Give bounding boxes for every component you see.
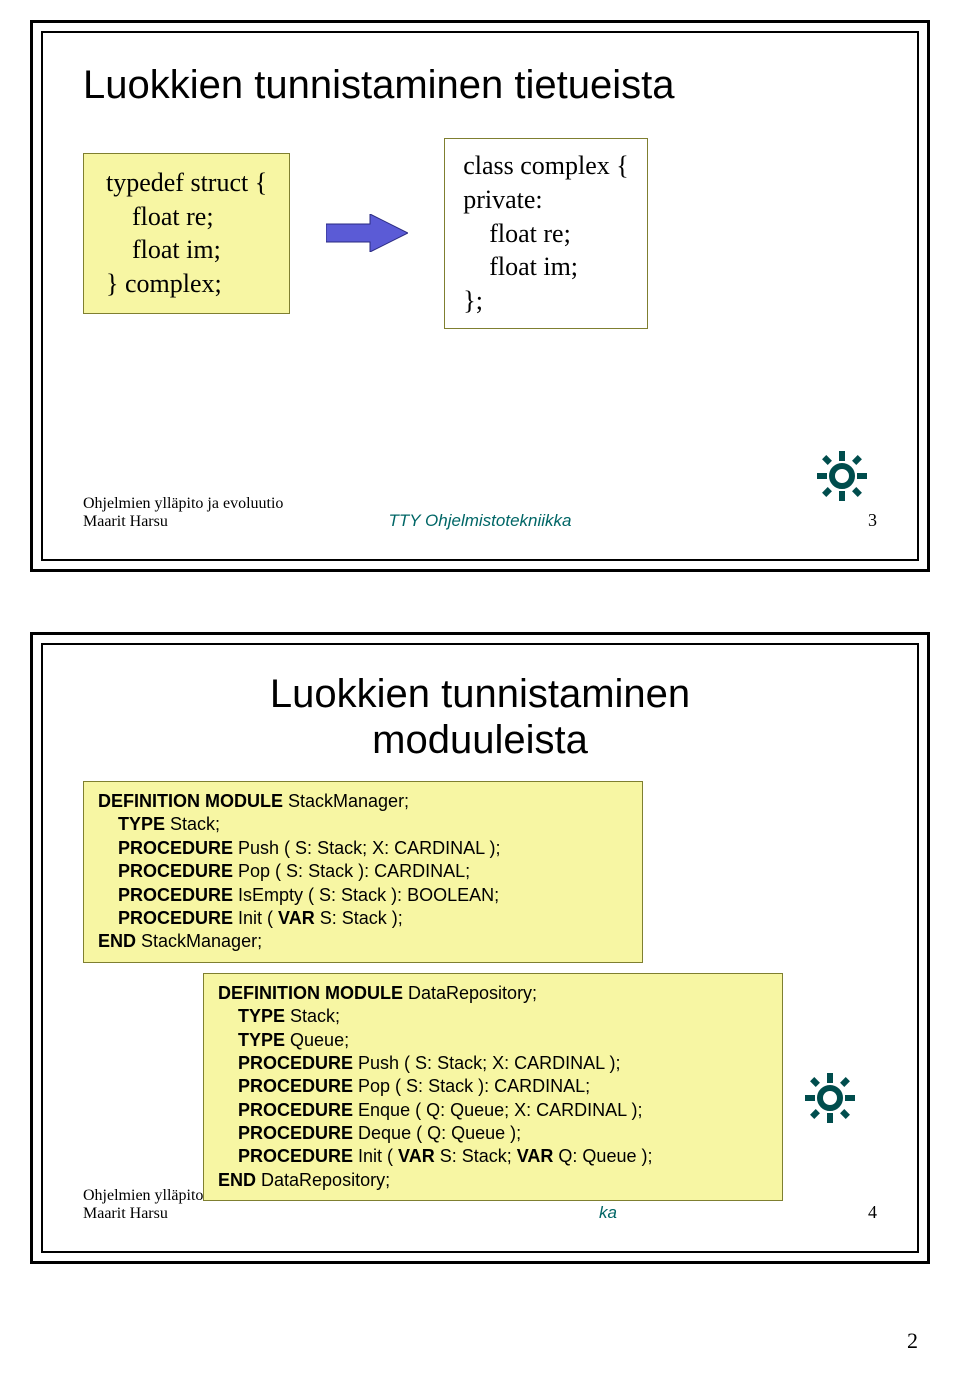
txt: Push ( S: Stack; X: CARDINAL ); — [233, 838, 500, 858]
txt: S: Stack ); — [315, 908, 403, 928]
txt: DataRepository; — [403, 983, 537, 1003]
kw: PROCEDURE — [98, 908, 233, 928]
kw: PROCEDURE — [98, 885, 233, 905]
arrow-right-icon — [326, 214, 408, 252]
kw: PROCEDURE — [218, 1076, 353, 1096]
txt: Stack; — [165, 814, 220, 834]
txt: Stack; — [285, 1006, 340, 1026]
txt: Deque ( Q: Queue ); — [353, 1123, 521, 1143]
code-box-stackmanager: DEFINITION MODULE StackManager; TYPE Sta… — [83, 781, 643, 963]
slide-1-footer: Ohjelmien ylläpito ja evoluutio Maarit H… — [83, 495, 877, 531]
kw: DEFINITION MODULE — [218, 983, 403, 1003]
txt: StackManager; — [136, 931, 262, 951]
code-box-class: class complex { private: float re; float… — [444, 138, 648, 329]
txt: Push ( S: Stack; X: CARDINAL ); — [353, 1053, 620, 1073]
txt: Pop ( S: Stack ): CARDINAL; — [353, 1076, 590, 1096]
slide-2-inner-frame: Luokkien tunnistaminen moduuleista Oh — [41, 643, 919, 1253]
kw: VAR — [517, 1146, 554, 1166]
kw: END — [218, 1170, 256, 1190]
txt: Pop ( S: Stack ): CARDINAL; — [233, 861, 470, 881]
txt: Init ( — [353, 1146, 398, 1166]
gear-icon — [817, 451, 867, 501]
slide-2-title: Luokkien tunnistaminen moduuleista — [83, 671, 877, 763]
txt: Enque ( Q: Queue; X: CARDINAL ); — [353, 1100, 642, 1120]
kw: TYPE — [218, 1006, 285, 1026]
module-datarepository-box: DEFINITION MODULE DataRepository; TYPE S… — [203, 973, 877, 1202]
kw: PROCEDURE — [218, 1123, 353, 1143]
slide-1-outer-frame: Luokkien tunnistaminen tietueista typede… — [30, 20, 930, 572]
kw: PROCEDURE — [218, 1100, 353, 1120]
document-page-number: 2 — [907, 1328, 918, 1354]
footer-center: TTY Ohjelmistotekniikka — [83, 511, 877, 531]
kw: TYPE — [98, 814, 165, 834]
txt: StackManager; — [283, 791, 409, 811]
page: Luokkien tunnistaminen tietueista typede… — [0, 0, 960, 1364]
kw: PROCEDURE — [98, 838, 233, 858]
module-stackmanager-box: DEFINITION MODULE StackManager; TYPE Sta… — [83, 781, 877, 963]
kw: PROCEDURE — [218, 1146, 353, 1166]
footer-course-partial: Ohjelmien ylläpito — [83, 1187, 203, 1204]
txt: S: Stack; — [435, 1146, 517, 1166]
slide-1-code-row: typedef struct { float re; float im; } c… — [83, 138, 877, 329]
txt: Init ( — [233, 908, 278, 928]
footer-course: Ohjelmien ylläpito ja evoluutio — [83, 495, 283, 512]
kw: END — [98, 931, 136, 951]
txt: Queue; — [285, 1030, 349, 1050]
kw: VAR — [398, 1146, 435, 1166]
txt: IsEmpty ( S: Stack ): BOOLEAN; — [233, 885, 499, 905]
kw: TYPE — [218, 1030, 285, 1050]
code-box-struct: typedef struct { float re; float im; } c… — [83, 153, 290, 314]
slide-1-title: Luokkien tunnistaminen tietueista — [83, 63, 877, 108]
txt: DataRepository; — [256, 1170, 390, 1190]
kw: VAR — [278, 908, 315, 928]
code-box-datarepository: DEFINITION MODULE DataRepository; TYPE S… — [203, 973, 783, 1202]
kw: PROCEDURE — [218, 1053, 353, 1073]
kw: PROCEDURE — [98, 861, 233, 881]
slide-2-footer-center-fragment: ka — [43, 1203, 917, 1223]
slide-2-title-line2: moduuleista — [372, 718, 588, 762]
slide-1-inner-frame: Luokkien tunnistaminen tietueista typede… — [41, 31, 919, 561]
slide-2-title-line1: Luokkien tunnistaminen — [270, 672, 690, 716]
kw: DEFINITION MODULE — [98, 791, 283, 811]
slide-2-outer-frame: Luokkien tunnistaminen moduuleista Oh — [30, 632, 930, 1264]
footer-slide-number: 4 — [868, 1202, 877, 1223]
txt: Q: Queue ); — [553, 1146, 652, 1166]
